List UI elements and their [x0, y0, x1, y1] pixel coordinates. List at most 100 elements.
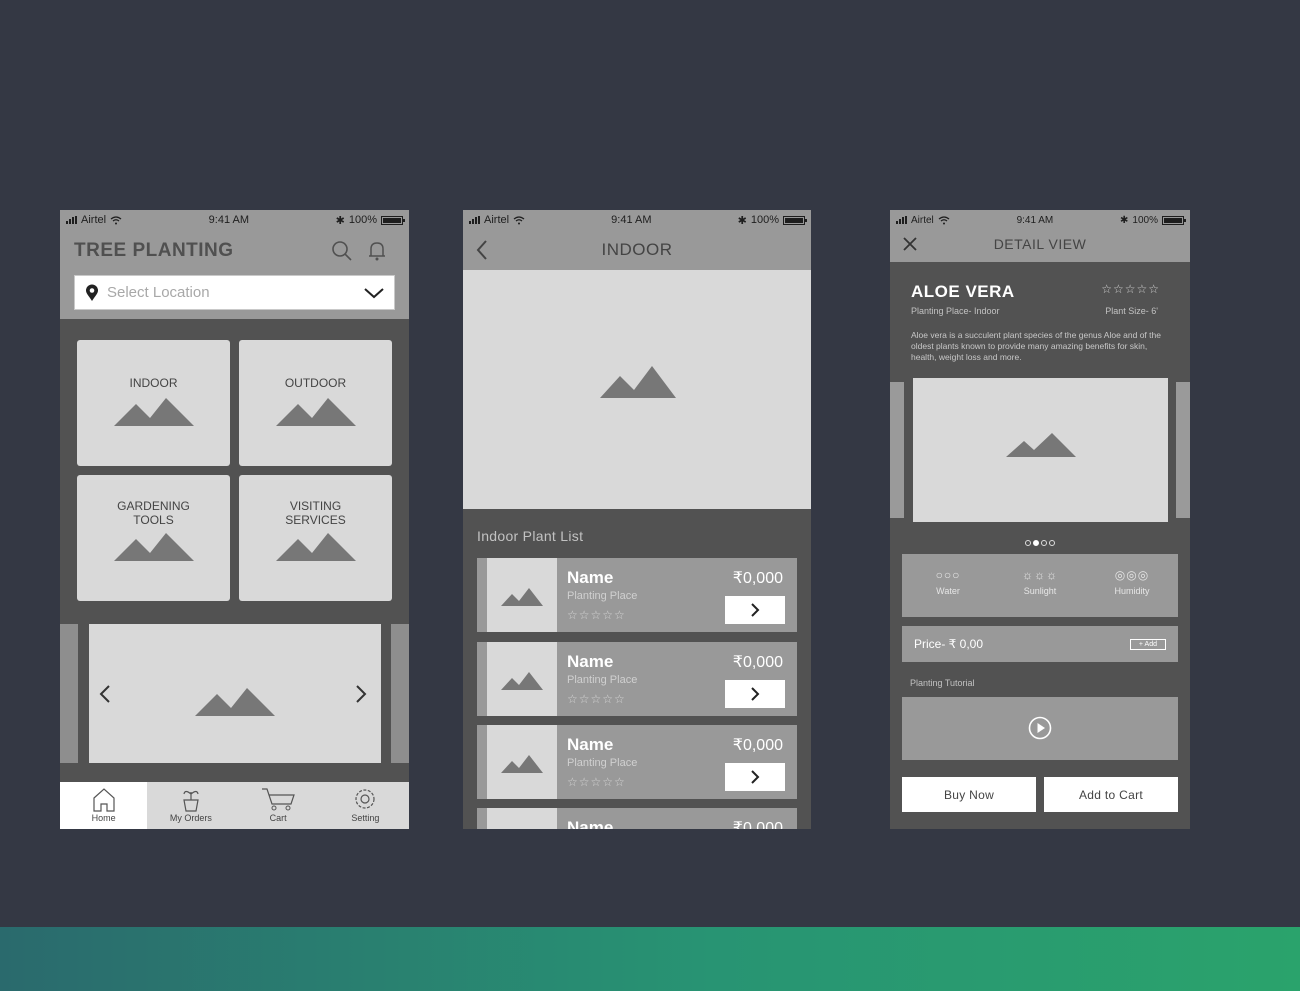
image-placeholder-icon: [501, 588, 543, 606]
plant-size: Plant Size- 6': [1105, 306, 1158, 316]
chevron-right-icon: [751, 770, 760, 784]
status-bar: Airtel 9:41 AM ✱ 100%: [463, 210, 811, 230]
category-label: VISITING SERVICES: [285, 499, 346, 527]
category-outdoor[interactable]: OUTDOOR: [239, 340, 392, 466]
category-visiting-services[interactable]: VISITING SERVICES: [239, 475, 392, 601]
signal-icon: [66, 216, 77, 224]
plant-name: Name: [567, 568, 614, 587]
image-placeholder-icon: [114, 398, 194, 426]
image-placeholder-icon: [1006, 433, 1076, 457]
care-requirements: ○○○ Water ☼☼☼ Sunlight ◎◎◎ Humidity: [902, 554, 1178, 617]
image-placeholder-icon: [276, 398, 356, 426]
location-select[interactable]: Select Location: [74, 275, 395, 310]
battery-label: 100%: [348, 214, 377, 226]
app-header: TREE PLANTING Select Location: [60, 230, 409, 319]
page-dot[interactable]: [1049, 540, 1055, 546]
screen-header: INDOOR: [463, 230, 811, 270]
tab-my-orders[interactable]: My Orders: [147, 782, 234, 829]
plant-list-item[interactable]: Name ₹0,000: [477, 808, 797, 829]
chevron-left-icon[interactable]: [99, 684, 111, 704]
plant-thumbnail: [487, 725, 557, 799]
tab-label: Cart: [269, 813, 287, 823]
plant-place: Planting Place: [567, 757, 638, 769]
battery-label: 100%: [1132, 214, 1158, 226]
care-humidity: ◎◎◎ Humidity: [1086, 554, 1178, 617]
carousel-next-peek: [391, 624, 409, 763]
signal-icon: [469, 216, 480, 224]
plant-gallery[interactable]: [913, 378, 1168, 522]
bell-icon[interactable]: [367, 240, 387, 262]
tutorial-label: Planting Tutorial: [910, 678, 975, 688]
view-plant-button[interactable]: [725, 763, 785, 791]
plant-list-item[interactable]: Name Planting Place ☆☆☆☆☆ ₹0,000: [477, 725, 797, 799]
plant-pot-icon: [183, 790, 199, 812]
battery-label: 100%: [750, 214, 779, 226]
wifi-icon: [110, 215, 122, 224]
plant-description: Aloe vera is a succulent plant species o…: [911, 330, 1161, 362]
image-placeholder-icon: [114, 533, 194, 561]
plant-price: ₹0,000: [732, 737, 783, 754]
location-placeholder: Select Location: [107, 284, 210, 301]
tutorial-video[interactable]: [902, 697, 1178, 760]
battery-icon: [381, 215, 405, 225]
cart-icon: [262, 788, 295, 811]
tab-setting[interactable]: Setting: [322, 782, 409, 829]
buy-now-button[interactable]: Buy Now: [902, 777, 1036, 812]
location-pin-icon: [86, 284, 98, 301]
chevron-right-icon: [751, 603, 760, 617]
status-bar: Airtel 9:41 AM ✱ 100%: [60, 210, 409, 230]
gallery-next-peek: [1176, 382, 1190, 518]
page-dot[interactable]: [1025, 540, 1031, 546]
star-rating: ☆☆☆☆☆: [567, 692, 626, 706]
chevron-down-icon: [364, 287, 384, 298]
promo-carousel[interactable]: [89, 624, 381, 763]
plant-name: Name: [567, 735, 614, 754]
plant-name: Name: [567, 818, 614, 829]
gear-icon: [355, 789, 375, 809]
add-button[interactable]: + Add: [1129, 638, 1166, 650]
care-label: Water: [936, 586, 960, 596]
category-gardening-tools[interactable]: GARDENING TOOLS: [77, 475, 230, 601]
star-rating[interactable]: ☆☆☆☆☆: [1101, 282, 1160, 296]
water-drop-icon: ○○○: [935, 568, 961, 582]
view-plant-button[interactable]: [725, 680, 785, 708]
image-placeholder-icon: [501, 755, 543, 773]
plant-list-item[interactable]: Name Planting Place ☆☆☆☆☆ ₹0,000: [477, 558, 797, 632]
view-plant-button[interactable]: [725, 596, 785, 624]
tab-cart[interactable]: Cart: [235, 782, 322, 829]
bluetooth-icon: ✱: [1120, 214, 1129, 226]
gallery-pagination[interactable]: [890, 533, 1190, 551]
home-screen: Airtel 9:41 AM ✱ 100% TREE PLANTING Sele…: [60, 210, 409, 829]
play-icon[interactable]: [1028, 716, 1052, 740]
chevron-right-icon[interactable]: [355, 684, 367, 704]
clock: 9:41 AM: [611, 214, 652, 226]
bluetooth-icon: ✱: [737, 214, 747, 227]
category-label: INDOOR: [129, 376, 178, 390]
star-rating: ☆☆☆☆☆: [567, 775, 626, 789]
page-dot-active[interactable]: [1033, 540, 1039, 546]
screen-title: INDOOR: [601, 240, 673, 259]
accent-band: [0, 927, 1300, 991]
clock: 9:41 AM: [208, 214, 250, 226]
hero-image: [463, 270, 811, 509]
price-label: Price- ₹ 0,00: [914, 637, 983, 651]
carrier-label: Airtel: [81, 214, 107, 226]
page-dot[interactable]: [1041, 540, 1047, 546]
plant-place: Planting Place: [567, 590, 638, 602]
status-bar: Airtel 9:41 AM ✱ 100%: [890, 210, 1190, 230]
carrier-label: Airtel: [911, 214, 934, 226]
category-indoor[interactable]: INDOOR: [77, 340, 230, 466]
add-to-cart-button[interactable]: Add to Cart: [1044, 777, 1178, 812]
tab-label: Home: [91, 813, 116, 823]
humidity-icon: ◎◎◎: [1114, 568, 1150, 582]
plant-title: ALOE VERA: [911, 282, 1015, 301]
plant-list-item[interactable]: Name Planting Place ☆☆☆☆☆ ₹0,000: [477, 642, 797, 716]
care-sunlight: ☼☼☼ Sunlight: [994, 554, 1086, 617]
plant-thumbnail: [487, 642, 557, 716]
chevron-right-icon: [751, 687, 760, 701]
tab-home[interactable]: Home: [60, 782, 148, 829]
bluetooth-icon: ✱: [335, 214, 345, 227]
tab-label: Setting: [351, 813, 380, 823]
plant-name: Name: [567, 652, 614, 671]
search-icon[interactable]: [331, 240, 353, 262]
